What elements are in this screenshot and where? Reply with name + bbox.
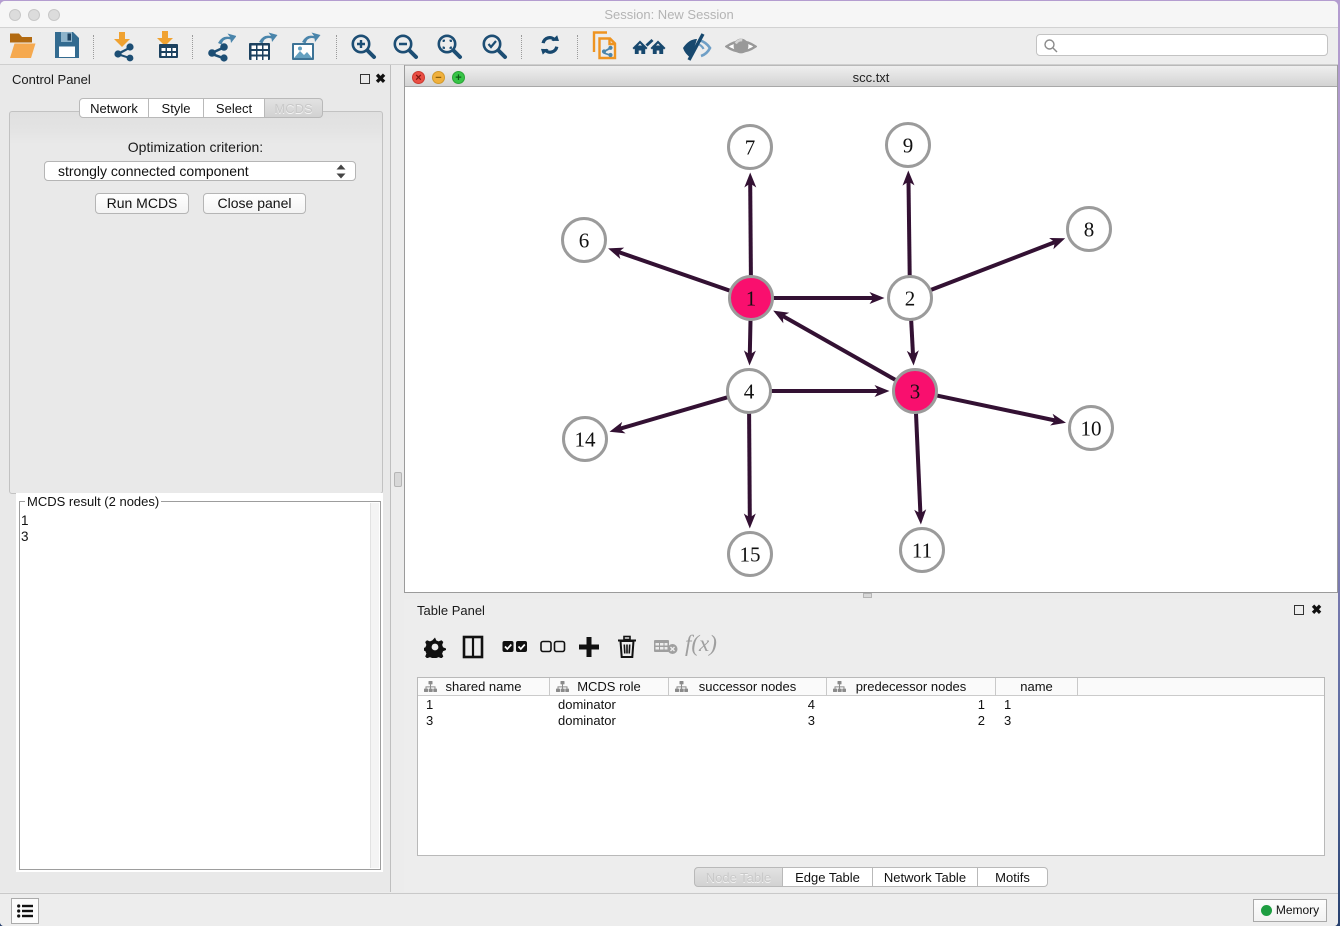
svg-text:10: 10: [1081, 417, 1102, 441]
svg-text:9: 9: [903, 134, 914, 158]
svg-text:11: 11: [912, 539, 932, 563]
svg-text:3: 3: [910, 380, 921, 404]
svg-text:2: 2: [905, 287, 916, 311]
svg-text:7: 7: [745, 136, 756, 160]
svg-text:6: 6: [579, 229, 590, 253]
svg-text:4: 4: [744, 380, 755, 404]
svg-text:1: 1: [746, 287, 757, 311]
svg-text:14: 14: [575, 428, 597, 452]
svg-text:8: 8: [1084, 218, 1095, 242]
svg-text:15: 15: [740, 543, 761, 567]
